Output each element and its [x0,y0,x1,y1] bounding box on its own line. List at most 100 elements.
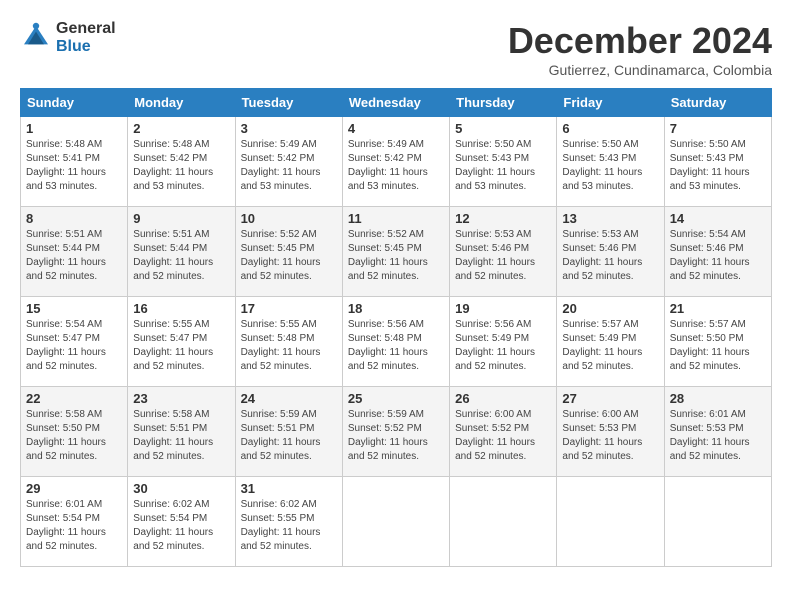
cell-text: Sunrise: 5:56 AM Sunset: 5:48 PM Dayligh… [348,318,444,374]
calendar-cell: 15 Sunrise: 5:54 AM Sunset: 5:47 PM Dayli… [21,297,128,387]
cell-text: Sunrise: 5:55 AM Sunset: 5:47 PM Dayligh… [133,318,229,374]
calendar-cell: 11Sunrise: 5:52 AM Sunset: 5:45 PM Dayli… [342,207,449,297]
calendar-cell: 16 Sunrise: 5:55 AM Sunset: 5:47 PM Dayli… [128,297,235,387]
calendar-cell: 5Sunrise: 5:50 AM Sunset: 5:43 PM Daylig… [450,117,557,207]
day-number: 10 [241,211,337,226]
calendar-cell: 22 Sunrise: 5:58 AM Sunset: 5:50 PM Dayli… [21,387,128,477]
cell-text: Sunrise: 5:48 AM Sunset: 5:41 PM Dayligh… [26,138,122,194]
calendar-cell: 18 Sunrise: 5:56 AM Sunset: 5:48 PM Dayli… [342,297,449,387]
cell-text: Sunrise: 6:01 AM Sunset: 5:53 PM Dayligh… [670,408,766,464]
calendar-cell: 30 Sunrise: 6:02 AM Sunset: 5:54 PM Dayli… [128,477,235,567]
cell-text: Sunrise: 5:48 AM Sunset: 5:42 PM Dayligh… [133,138,229,194]
day-number: 8 [26,211,122,226]
day-number: 9 [133,211,229,226]
calendar-cell: 19Sunrise: 5:56 AM Sunset: 5:49 PM Dayli… [450,297,557,387]
day-number: 18 [348,301,444,316]
calendar-cell: 31 Sunrise: 6:02 AM Sunset: 5:55 PM Dayli… [235,477,342,567]
cell-text: Sunrise: 6:00 AM Sunset: 5:53 PM Dayligh… [562,408,658,464]
calendar-cell: 24 Sunrise: 5:59 AM Sunset: 5:51 PM Dayli… [235,387,342,477]
col-thursday: Thursday [450,89,557,117]
col-sunday: Sunday [21,89,128,117]
col-tuesday: Tuesday [235,89,342,117]
day-number: 6 [562,121,658,136]
cell-text: Sunrise: 5:53 AM Sunset: 5:46 PM Dayligh… [455,228,551,284]
page-container: General Blue December 2024 Gutierrez, Cu… [20,20,772,567]
calendar-table: Sunday Monday Tuesday Wednesday Thursday… [20,88,772,567]
calendar-cell: 28 Sunrise: 6:01 AM Sunset: 5:53 PM Dayli… [664,387,771,477]
col-saturday: Saturday [664,89,771,117]
cell-text: Sunrise: 5:55 AM Sunset: 5:48 PM Dayligh… [241,318,337,374]
cell-text: Sunrise: 5:59 AM Sunset: 5:51 PM Dayligh… [241,408,337,464]
empty-cell [664,477,771,567]
col-wednesday: Wednesday [342,89,449,117]
cell-text: Sunrise: 5:51 AM Sunset: 5:44 PM Dayligh… [133,228,229,284]
cell-text: Sunrise: 5:50 AM Sunset: 5:43 PM Dayligh… [562,138,658,194]
day-number: 4 [348,121,444,136]
calendar-cell: 27 Sunrise: 6:00 AM Sunset: 5:53 PM Dayli… [557,387,664,477]
cell-text: Sunrise: 5:58 AM Sunset: 5:50 PM Dayligh… [26,408,122,464]
calendar-cell: 9 Sunrise: 5:51 AM Sunset: 5:44 PM Daylig… [128,207,235,297]
calendar-cell: 12 Sunrise: 5:53 AM Sunset: 5:46 PM Dayli… [450,207,557,297]
cell-text: Sunrise: 6:02 AM Sunset: 5:55 PM Dayligh… [241,498,337,554]
day-number: 30 [133,481,229,496]
cell-text: Sunrise: 5:53 AM Sunset: 5:46 PM Dayligh… [562,228,658,284]
cell-text: Sunrise: 5:57 AM Sunset: 5:49 PM Dayligh… [562,318,658,374]
cell-text: Sunrise: 5:52 AM Sunset: 5:45 PM Dayligh… [348,228,444,284]
calendar-cell: 20 Sunrise: 5:57 AM Sunset: 5:49 PM Dayli… [557,297,664,387]
calendar-cell: 10 Sunrise: 5:52 AM Sunset: 5:45 PM Dayli… [235,207,342,297]
col-friday: Friday [557,89,664,117]
day-number: 2 [133,121,229,136]
calendar-cell: 21Sunrise: 5:57 AM Sunset: 5:50 PM Dayli… [664,297,771,387]
location: Gutierrez, Cundinamarca, Colombia [508,62,772,78]
calendar-cell: 23Sunrise: 5:58 AM Sunset: 5:51 PM Dayli… [128,387,235,477]
day-number: 20 [562,301,658,316]
day-number: 19 [455,301,551,316]
calendar-cell: 8 Sunrise: 5:51 AM Sunset: 5:44 PM Daylig… [21,207,128,297]
title-section: December 2024 Gutierrez, Cundinamarca, C… [508,20,772,78]
calendar-cell: 2 Sunrise: 5:48 AM Sunset: 5:42 PM Daylig… [128,117,235,207]
day-number: 22 [26,391,122,406]
cell-text: Sunrise: 5:49 AM Sunset: 5:42 PM Dayligh… [348,138,444,194]
day-number: 15 [26,301,122,316]
cell-text: Sunrise: 5:54 AM Sunset: 5:47 PM Dayligh… [26,318,122,374]
week-row-1: 1 Sunrise: 5:48 AM Sunset: 5:41 PM Daylig… [21,117,772,207]
header: General Blue December 2024 Gutierrez, Cu… [20,20,772,78]
logo: General Blue [20,20,116,55]
cell-text: Sunrise: 6:01 AM Sunset: 5:54 PM Dayligh… [26,498,122,554]
day-number: 1 [26,121,122,136]
cell-text: Sunrise: 5:50 AM Sunset: 5:43 PM Dayligh… [670,138,766,194]
day-number: 27 [562,391,658,406]
calendar-cell: 26 Sunrise: 6:00 AM Sunset: 5:52 PM Dayli… [450,387,557,477]
day-number: 17 [241,301,337,316]
day-number: 25 [348,391,444,406]
logo-general-text: General [56,20,116,38]
day-number: 31 [241,481,337,496]
day-number: 7 [670,121,766,136]
cell-text: Sunrise: 5:49 AM Sunset: 5:42 PM Dayligh… [241,138,337,194]
cell-text: Sunrise: 6:00 AM Sunset: 5:52 PM Dayligh… [455,408,551,464]
cell-text: Sunrise: 5:59 AM Sunset: 5:52 PM Dayligh… [348,408,444,464]
day-number: 5 [455,121,551,136]
week-row-5: 29 Sunrise: 6:01 AM Sunset: 5:54 PM Dayli… [21,477,772,567]
calendar-cell: 29 Sunrise: 6:01 AM Sunset: 5:54 PM Dayli… [21,477,128,567]
day-number: 23 [133,391,229,406]
col-monday: Monday [128,89,235,117]
day-number: 12 [455,211,551,226]
empty-cell [450,477,557,567]
empty-cell [557,477,664,567]
calendar-cell: 25 Sunrise: 5:59 AM Sunset: 5:52 PM Dayli… [342,387,449,477]
day-number: 29 [26,481,122,496]
day-number: 16 [133,301,229,316]
cell-text: Sunrise: 5:57 AM Sunset: 5:50 PM Dayligh… [670,318,766,374]
day-number: 28 [670,391,766,406]
day-number: 24 [241,391,337,406]
cell-text: Sunrise: 5:51 AM Sunset: 5:44 PM Dayligh… [26,228,122,284]
calendar-cell: 4 Sunrise: 5:49 AM Sunset: 5:42 PM Daylig… [342,117,449,207]
day-number: 13 [562,211,658,226]
empty-cell [342,477,449,567]
cell-text: Sunrise: 6:02 AM Sunset: 5:54 PM Dayligh… [133,498,229,554]
month-title: December 2024 [508,20,772,62]
day-number: 26 [455,391,551,406]
calendar-cell: 13 Sunrise: 5:53 AM Sunset: 5:46 PM Dayli… [557,207,664,297]
cell-text: Sunrise: 5:52 AM Sunset: 5:45 PM Dayligh… [241,228,337,284]
